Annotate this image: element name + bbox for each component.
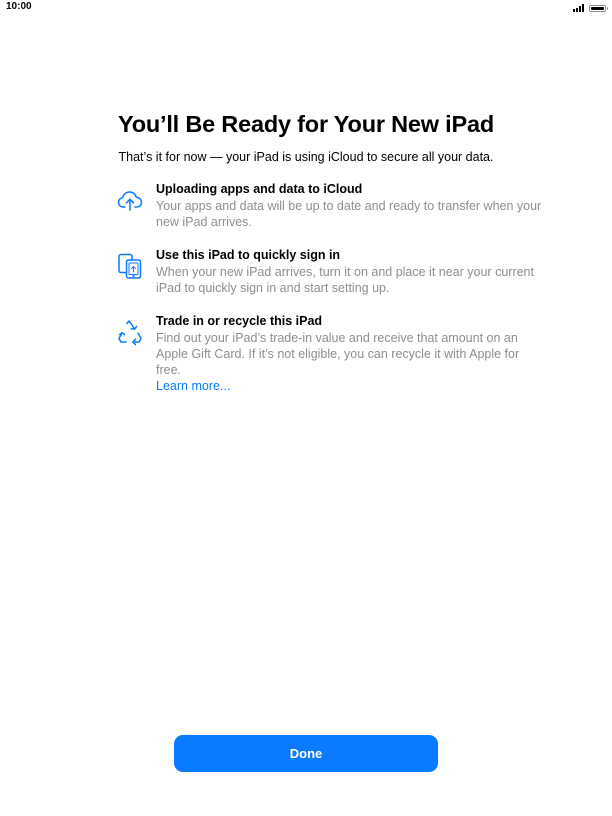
battery-icon	[589, 4, 608, 12]
feature-description: When your new iPad arrives, turn it on a…	[156, 265, 534, 295]
feature-title: Uploading apps and data to iCloud	[156, 182, 363, 196]
learn-more-link[interactable]: Learn more...	[156, 378, 546, 394]
status-bar: 10:00	[0, 0, 612, 16]
cellular-signal-icon	[573, 4, 584, 12]
icloud-upload-icon	[116, 186, 144, 214]
page-title: You’ll Be Ready for Your New iPad	[117, 111, 494, 137]
done-button[interactable]: Done	[174, 735, 438, 772]
page-subtitle: That’s it for now — your iPad is using i…	[118, 150, 494, 164]
feature-icloud-upload: Uploading apps and data to iCloud Your a…	[116, 182, 546, 230]
status-time: 10:00	[6, 1, 32, 12]
status-icons	[573, 3, 608, 13]
feature-title: Trade in or recycle this iPad	[156, 314, 323, 328]
feature-description: Your apps and data will be up to date an…	[156, 199, 542, 229]
recycle-icon	[116, 318, 144, 346]
feature-trade-in: Trade in or recycle this iPad Find out y…	[116, 314, 546, 394]
feature-quick-sign-in: Use this iPad to quickly sign in When yo…	[116, 248, 546, 296]
ipad-transfer-icon	[116, 252, 144, 280]
feature-description: Find out your iPad’s trade-in value and …	[156, 331, 520, 377]
feature-title: Use this iPad to quickly sign in	[156, 248, 341, 262]
